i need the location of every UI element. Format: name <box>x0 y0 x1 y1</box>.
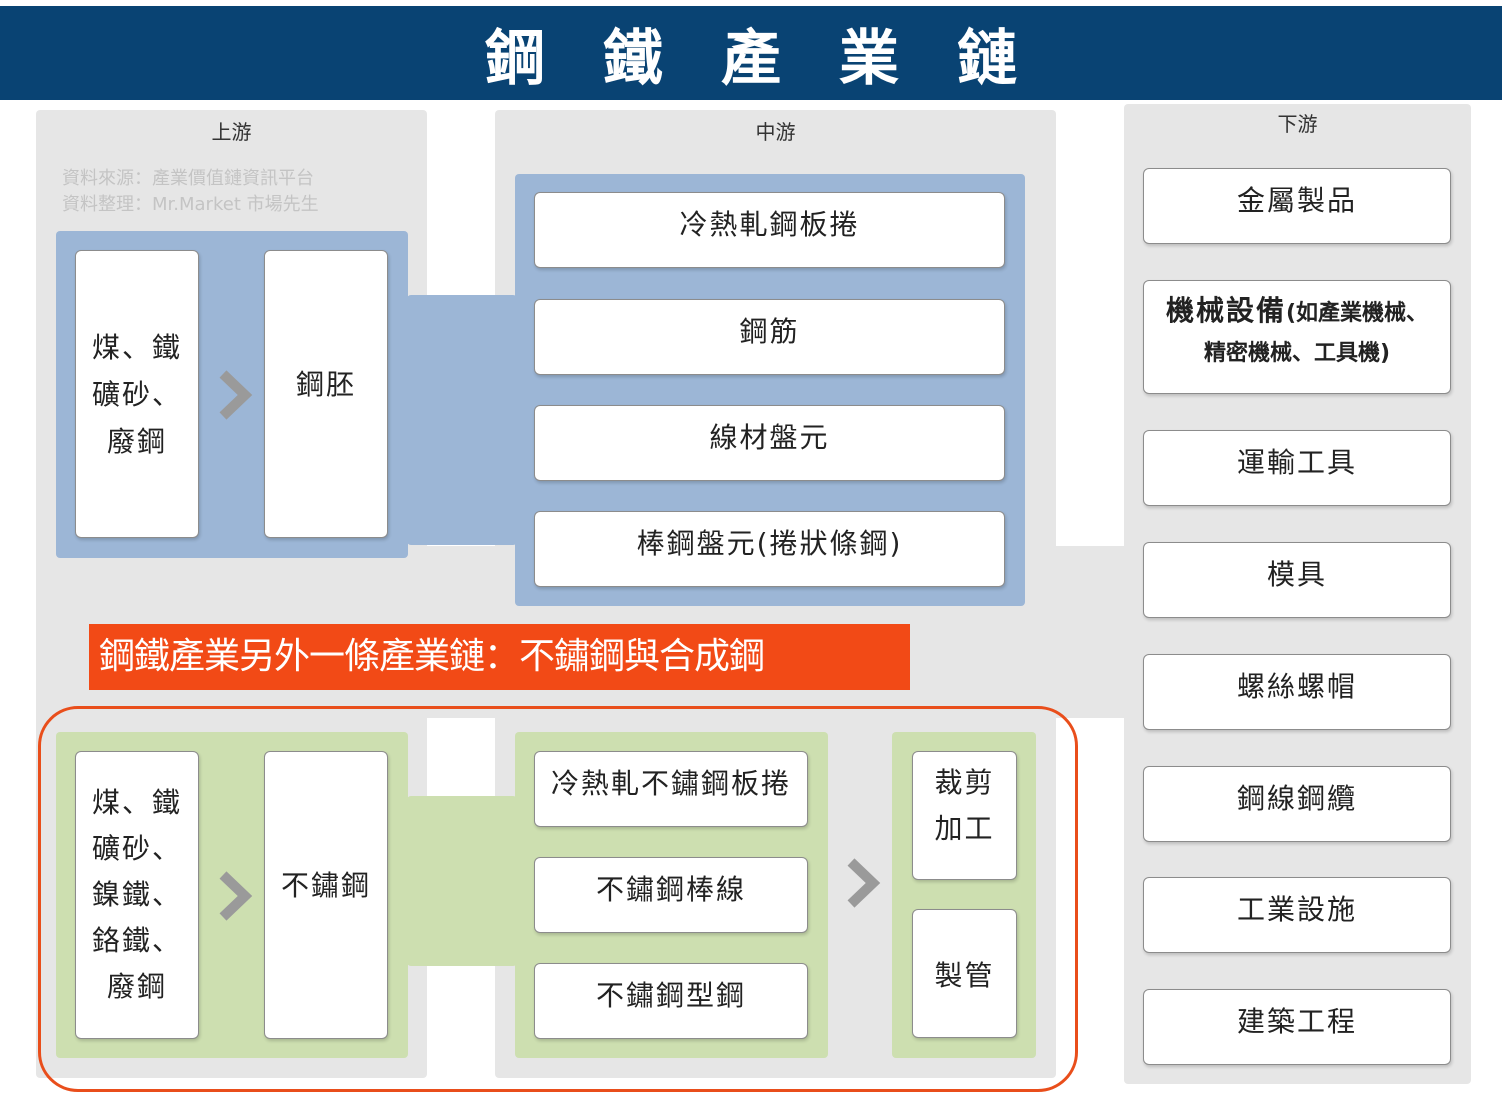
downstream-label: 工業設施 <box>1236 893 1357 926</box>
stainless-callout: 鋼鐵產業另外一條產業鏈：不鏽鋼與合成鋼 <box>89 624 910 690</box>
downstream-label: 螺絲螺帽 <box>1236 670 1357 703</box>
billet-box: 鋼胚 <box>264 250 388 538</box>
downstream-item-box: 鋼線鋼纜 <box>1143 766 1451 842</box>
midstream-label: 中游 <box>755 120 796 144</box>
downstream-label: 下游 <box>1277 112 1318 136</box>
downstream-item-box: 建築工程 <box>1143 989 1451 1065</box>
billet-label: 鋼胚 <box>295 368 356 401</box>
downstream-item-box: 模具 <box>1143 542 1451 618</box>
machinery-main: 機械設備 <box>1165 294 1286 327</box>
connector-mid-down <box>1056 546 1124 718</box>
steel-raw-line: 廢鋼 <box>106 424 167 458</box>
product-label: 鋼筋 <box>739 315 800 348</box>
machinery-note-2: 精密機械、工具機) <box>1203 341 1391 366</box>
downstream-item-box: 工業設施 <box>1143 877 1451 953</box>
downstream-item-box: 金屬製品 <box>1143 168 1451 244</box>
midstream-product-box: 鋼筋 <box>534 299 1005 375</box>
upstream-label: 上游 <box>211 120 252 144</box>
steel-link-band <box>407 295 517 545</box>
downstream-label: 運輸工具 <box>1236 446 1357 479</box>
chevron-right-icon <box>217 370 253 420</box>
product-label: 冷熱軋鋼板捲 <box>679 208 860 241</box>
page-title: 鋼鐵產業鏈 <box>485 23 1075 94</box>
source-note: 資料來源：產業價值鏈資訊平台 資料整理：Mr.Market 市場先生 <box>62 166 319 218</box>
downstream-item-box: 螺絲螺帽 <box>1143 654 1451 730</box>
machinery-note-1: (如產業機械、 <box>1285 301 1429 326</box>
downstream-item-box: 運輸工具 <box>1143 430 1451 506</box>
source-line-1: 資料來源：產業價值鏈資訊平台 <box>62 168 314 189</box>
steel-raw-materials-box: 煤、鐵 礦砂、 廢鋼 <box>75 250 199 538</box>
downstream-label: 模具 <box>1266 558 1327 591</box>
steel-raw-line: 礦砂、 <box>91 377 182 411</box>
downstream-label: 鋼線鋼纜 <box>1236 782 1357 815</box>
downstream-label: 建築工程 <box>1236 1005 1357 1038</box>
stainless-chain-outline <box>38 706 1078 1092</box>
steel-raw-line: 煤、鐵 <box>91 330 182 364</box>
midstream-product-box: 冷熱軋鋼板捲 <box>534 192 1005 268</box>
header-bar: 鋼鐵產業鏈 <box>0 6 1502 100</box>
midstream-product-box: 棒鋼盤元(捲狀條鋼) <box>534 511 1005 587</box>
machinery-box: 機械設備(如產業機械、 精密機械、工具機) <box>1143 280 1451 394</box>
product-label: 線材盤元 <box>709 421 830 454</box>
source-line-2: 資料整理：Mr.Market 市場先生 <box>62 194 319 215</box>
machinery-line-1: 機械設備(如產業機械、 <box>1166 291 1428 334</box>
product-label: 棒鋼盤元(捲狀條鋼) <box>636 527 903 560</box>
midstream-product-box: 線材盤元 <box>534 405 1005 481</box>
downstream-label: 金屬製品 <box>1236 184 1357 217</box>
